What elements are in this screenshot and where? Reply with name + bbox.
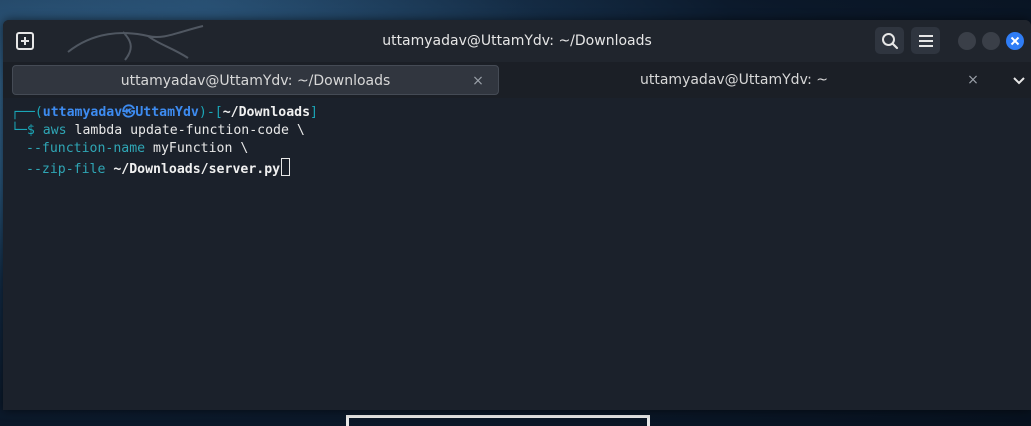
chevron-down-icon [1013, 77, 1025, 85]
background-window-edge [346, 415, 650, 426]
prompt-user: uttamyadav㉿UttamYdv [42, 105, 199, 120]
tabs-menu-button[interactable] [1009, 70, 1029, 90]
tab-label: uttamyadav@UttamYdv: ~ [640, 72, 828, 88]
command-continuation-2: --zip-file ~/Downloads/server.py [11, 158, 1031, 177]
tab-bar: uttamyadav@UttamYdv: ~/Downloads × uttam… [3, 62, 1031, 98]
terminal-window: uttamyadav@UttamYdv: ~/Downloads uttamya… [3, 20, 1031, 410]
tab-home[interactable]: uttamyadav@UttamYdv: ~ × [499, 65, 999, 95]
close-button[interactable] [1006, 32, 1024, 50]
titlebar[interactable]: uttamyadav@UttamYdv: ~/Downloads [3, 20, 1031, 62]
text-cursor [281, 158, 291, 176]
tab-close-button[interactable]: × [468, 66, 488, 96]
command-name: aws [42, 123, 67, 138]
maximize-button[interactable] [982, 32, 1000, 50]
terminal-output[interactable]: ┌──(uttamyadav㉿UttamYdv)-[~/Downloads] └… [3, 98, 1031, 177]
prompt-symbol: └─$ [11, 123, 43, 138]
option-zip-file: --zip-file [26, 162, 106, 177]
search-button[interactable] [875, 27, 904, 54]
option-function-name: --function-name [26, 141, 146, 156]
command-args: lambda update-function-code \ [66, 123, 305, 138]
prompt-frame: ┌──( [11, 105, 43, 120]
close-icon [1010, 36, 1020, 46]
option-function-name-value: myFunction \ [145, 141, 249, 156]
option-zip-file-value: ~/Downloads/server.py [105, 162, 281, 177]
prompt-line: ┌──(uttamyadav㉿UttamYdv)-[~/Downloads] [11, 104, 1031, 122]
tab-downloads[interactable]: uttamyadav@UttamYdv: ~/Downloads × [12, 65, 499, 95]
command-continuation-1: --function-name myFunction \ [11, 140, 1031, 158]
prompt-close: ] [310, 105, 318, 120]
tab-label: uttamyadav@UttamYdv: ~/Downloads [120, 73, 391, 89]
search-icon [881, 32, 898, 49]
prompt-separator: )-[ [198, 105, 223, 120]
hamburger-menu-icon [918, 34, 933, 47]
minimize-button[interactable] [958, 32, 976, 50]
tab-close-button[interactable]: × [963, 65, 983, 95]
command-line: └─$ aws lambda update-function-code \ [11, 122, 1031, 140]
menu-button[interactable] [911, 27, 940, 54]
prompt-cwd: ~/Downloads [222, 105, 311, 120]
